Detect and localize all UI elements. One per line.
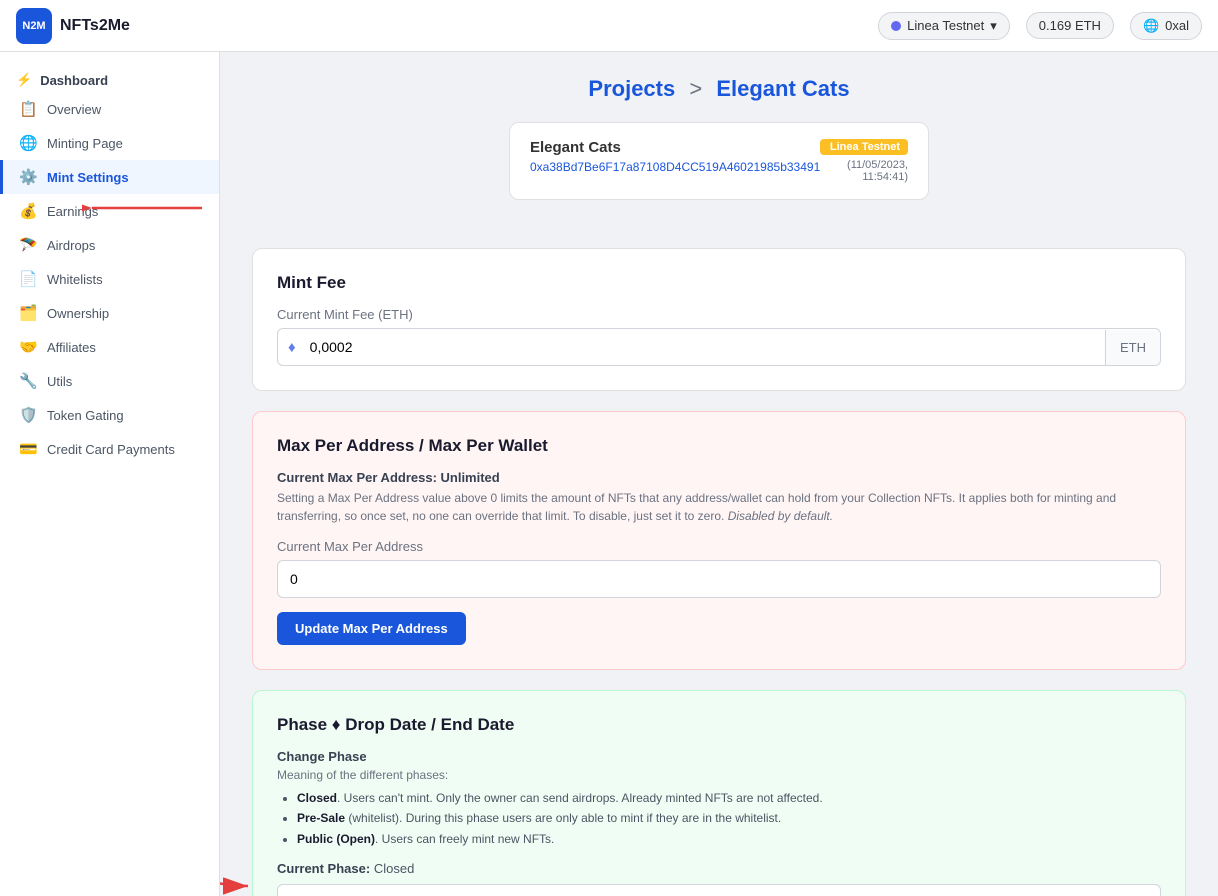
sidebar-item-label: Airdrops (47, 238, 95, 253)
logo: N2M NFTs2Me (16, 8, 130, 44)
mint-settings-icon: ⚙️ (19, 168, 37, 186)
mint-fee-field-label: Current Mint Fee (ETH) (277, 307, 1161, 322)
update-max-per-address-button[interactable]: Update Max Per Address (277, 612, 466, 645)
meaning-label: Meaning of the different phases: (277, 768, 1161, 782)
breadcrumb-projects[interactable]: Projects (588, 76, 675, 101)
project-card: Elegant Cats 0xa38Bd7Be6F17a87108D4CC519… (509, 122, 929, 200)
sidebar-item-label: Whitelists (47, 272, 103, 287)
sidebar-item-label: Utils (47, 374, 72, 389)
current-phase-value: Closed (374, 861, 414, 876)
phase-list-item-presale: Pre-Sale (whitelist). During this phase … (297, 808, 1161, 828)
breadcrumb-separator: > (689, 76, 708, 101)
sidebar-item-ownership[interactable]: 🗂️ Ownership (0, 296, 219, 330)
network-selector[interactable]: Linea Testnet ▾ (878, 12, 1010, 40)
phase-list-item-public: Public (Open). Users can freely mint new… (297, 829, 1161, 849)
token-gating-icon: 🛡️ (19, 406, 37, 424)
mint-fee-section: Mint Fee Current Mint Fee (ETH) ♦ ETH (252, 248, 1186, 391)
breadcrumb: Projects > Elegant Cats (252, 76, 1186, 102)
project-address[interactable]: 0xa38Bd7Be6F17a87108D4CC519A46021985b334… (530, 160, 820, 174)
sidebar-item-affiliates[interactable]: 🤝 Affiliates (0, 330, 219, 364)
max-per-address-subtitle: Current Max Per Address: Unlimited (277, 470, 1161, 485)
dashboard-icon: ⚡ (16, 72, 32, 88)
max-per-address-field-label: Current Max Per Address (277, 539, 1161, 554)
sidebar-item-credit-card[interactable]: 💳 Credit Card Payments (0, 432, 219, 466)
phase-list-item-closed: Closed. Users can't mint. Only the owner… (297, 788, 1161, 808)
mint-fee-title: Mint Fee (277, 273, 1161, 293)
max-per-address-title: Max Per Address / Max Per Wallet (277, 436, 1161, 456)
sidebar-item-overview[interactable]: 📋 Overview (0, 92, 219, 126)
current-phase-label: Current Phase: Closed (277, 861, 1161, 876)
sidebar-item-label: Token Gating (47, 408, 124, 423)
chevron-down-icon: ▾ (990, 18, 997, 34)
sidebar-item-earnings[interactable]: 💰 Earnings (0, 194, 219, 228)
sidebar-item-label: Earnings (47, 204, 98, 219)
sidebar-item-label: Minting Page (47, 136, 123, 151)
arrow-to-select (220, 846, 263, 896)
sidebar-item-airdrops[interactable]: 🪂 Airdrops (0, 228, 219, 262)
utils-icon: 🔧 (19, 372, 37, 390)
logo-text: NFTs2Me (60, 17, 130, 35)
max-per-address-desc: Setting a Max Per Address value above 0 … (277, 489, 1161, 525)
affiliates-icon: 🤝 (19, 338, 37, 356)
phase-section-title: Phase ♦ Drop Date / End Date (277, 715, 1161, 735)
eth-diamond-icon: ♦ (288, 339, 296, 356)
airdrops-icon: 🪂 (19, 236, 37, 254)
sidebar-item-utils[interactable]: 🔧 Utils (0, 364, 219, 398)
network-label: Linea Testnet (907, 18, 984, 33)
max-per-address-section: Max Per Address / Max Per Wallet Current… (252, 411, 1186, 670)
mint-fee-input-row: ♦ ETH (277, 328, 1161, 366)
sidebar-item-token-gating[interactable]: 🛡️ Token Gating (0, 398, 219, 432)
dashboard-label: ⚡ Dashboard (0, 64, 219, 92)
sidebar-item-label: Ownership (47, 306, 109, 321)
credit-card-icon: 💳 (19, 440, 37, 458)
max-per-address-italic: Disabled by default. (728, 509, 833, 523)
phase-section: Phase ♦ Drop Date / End Date Change Phas… (252, 690, 1186, 896)
wallet-address: 🌐 0xal (1130, 12, 1202, 40)
project-name: Elegant Cats (530, 139, 820, 156)
phase-select[interactable]: Closed Pre-Sale (Whitelist) Public (Open… (277, 884, 1161, 896)
mint-fee-input[interactable] (302, 329, 1105, 365)
sidebar-item-minting-page[interactable]: 🌐 Minting Page (0, 126, 219, 160)
sidebar-item-mint-settings[interactable]: ⚙️ Mint Settings (0, 160, 219, 194)
eth-balance: 0.169 ETH (1026, 12, 1114, 39)
overview-icon: 📋 (19, 100, 37, 118)
sidebar-item-label: Credit Card Payments (47, 442, 175, 457)
logo-icon: N2M (16, 8, 52, 44)
sidebar-item-label: Affiliates (47, 340, 96, 355)
sidebar-item-label: Mint Settings (47, 170, 129, 185)
network-dot (891, 21, 901, 31)
sidebar-item-label: Overview (47, 102, 101, 117)
whitelists-icon: 📄 (19, 270, 37, 288)
max-per-address-input[interactable] (277, 560, 1161, 598)
project-date: (11/05/2023, 11:54:41) (820, 159, 908, 183)
top-right-controls: Linea Testnet ▾ 0.169 ETH 🌐 0xal (878, 12, 1202, 40)
phase-list: Closed. Users can't mint. Only the owner… (277, 788, 1161, 849)
breadcrumb-current: Elegant Cats (716, 76, 849, 101)
minting-page-icon: 🌐 (19, 134, 37, 152)
sidebar: ⚡ Dashboard 📋 Overview 🌐 Minting Page ⚙️… (0, 52, 220, 896)
mint-fee-suffix: ETH (1105, 330, 1160, 365)
change-phase-label: Change Phase (277, 749, 1161, 764)
wallet-address-text: 0xal (1165, 18, 1189, 33)
globe-icon: 🌐 (1143, 18, 1159, 34)
main-content: Projects > Elegant Cats Elegant Cats 0xa… (220, 52, 1218, 896)
earnings-icon: 💰 (19, 202, 37, 220)
sidebar-item-whitelists[interactable]: 📄 Whitelists (0, 262, 219, 296)
ownership-icon: 🗂️ (19, 304, 37, 322)
testnet-badge: Linea Testnet (820, 139, 908, 155)
